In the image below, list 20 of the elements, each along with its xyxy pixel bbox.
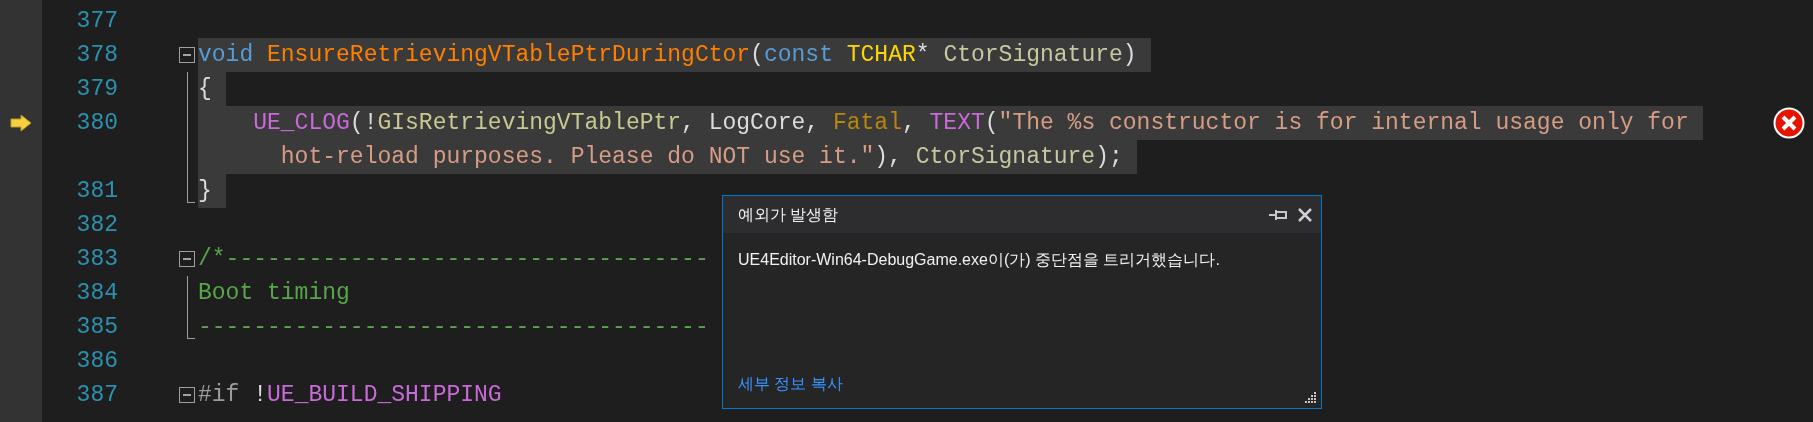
resize-grip-icon[interactable] xyxy=(1303,390,1317,404)
collapse-icon[interactable] xyxy=(179,387,195,403)
line-number: 378 xyxy=(76,41,118,68)
collapse-icon[interactable] xyxy=(179,251,195,267)
line-number: 385 xyxy=(76,313,118,340)
line-number: 381 xyxy=(76,177,118,204)
line-number: 384 xyxy=(76,279,118,306)
pin-icon[interactable] xyxy=(1269,208,1287,221)
popup-title: 예외가 발생함 xyxy=(738,204,839,225)
line-number: 382 xyxy=(76,211,118,238)
close-icon[interactable] xyxy=(1297,206,1313,223)
line-number: 387 xyxy=(76,381,118,408)
line-number: 380 xyxy=(76,109,118,136)
copy-details-link[interactable]: 세부 정보 복사 xyxy=(738,372,843,396)
line-number: 379 xyxy=(76,75,118,102)
collapse-icon[interactable] xyxy=(179,47,195,63)
line-number: 383 xyxy=(76,245,118,272)
exception-message: UE4Editor-Win64-DebugGame.exe이(가) 중단점을 트리거했습니다. xyxy=(737,250,1221,270)
line-number: 377 xyxy=(76,7,118,34)
line-number: 386 xyxy=(76,347,118,374)
